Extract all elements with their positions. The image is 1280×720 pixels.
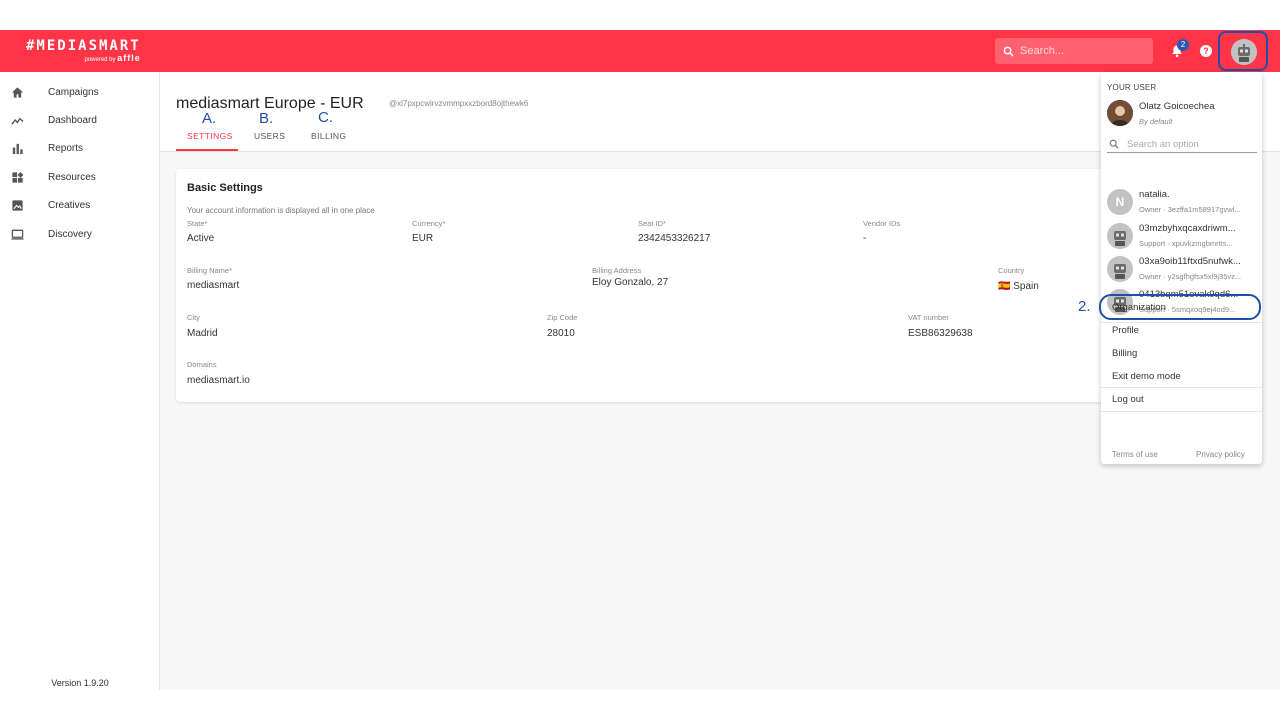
- state-value: Active: [187, 233, 215, 244]
- domains-label: Domains: [187, 360, 217, 369]
- vat-value: ESB86329638: [908, 328, 973, 339]
- state-label: State*: [187, 219, 208, 228]
- search-icon: [1109, 139, 1119, 149]
- user-name: Olatz Goicoechea: [1139, 101, 1215, 112]
- sidebar-item-dashboard[interactable]: Dashboard: [0, 108, 160, 132]
- account-option[interactable]: 03xa9oib11ftxd5nufwk... Owner · y2sgfhgf…: [1107, 254, 1259, 284]
- account-option[interactable]: 03mzbyhxqcaxdriwm... Support · xpuvkzmgb…: [1107, 221, 1259, 251]
- bar-chart-icon: [12, 143, 23, 154]
- seat-id-value: 2342453326217: [638, 233, 711, 244]
- card-title: Basic Settings: [187, 182, 263, 194]
- sidebar-item-label: Campaigns: [48, 86, 99, 98]
- billing-name-label: Billing Name*: [187, 266, 233, 275]
- city-label: City: [187, 313, 200, 322]
- seat-id-label: Seat ID*: [638, 219, 666, 228]
- tab-users[interactable]: USERS: [254, 131, 285, 141]
- monitor-icon: [11, 229, 24, 240]
- sidebar-item-label: Creatives: [48, 199, 91, 211]
- menu-item-exit-demo[interactable]: Exit demo mode: [1112, 371, 1181, 382]
- option-search-input[interactable]: [1127, 138, 1252, 150]
- vendor-ids-value: -: [863, 233, 867, 244]
- logo-powered: powered by affle: [84, 53, 141, 63]
- trending-icon: [11, 117, 24, 125]
- app-version: Version 1.9.20: [51, 678, 109, 688]
- robot-avatar-icon: [1107, 256, 1133, 282]
- account-option[interactable]: N natalia. Owner · 3ezffa1m58917gvwl...: [1107, 187, 1259, 217]
- tab-settings[interactable]: SETTINGS: [187, 131, 233, 141]
- app-frame: #MEDIASMART powered by affle 2 ? 1. Camp…: [0, 30, 1280, 690]
- global-search: [995, 38, 1153, 64]
- top-bar: #MEDIASMART powered by affle 2 ?: [0, 30, 1280, 72]
- divider: [1101, 322, 1262, 323]
- sidebar-item-resources[interactable]: Resources: [0, 165, 160, 189]
- user-menu-button[interactable]: [1218, 31, 1268, 71]
- search-icon: [1003, 46, 1014, 57]
- menu-item-profile[interactable]: Profile: [1112, 325, 1139, 336]
- sidebar-item-label: Resources: [48, 171, 96, 183]
- annotation-c: C.: [318, 109, 333, 126]
- country-label: Country: [998, 266, 1025, 275]
- domains-value: mediasmart.io: [187, 375, 250, 386]
- divider: [1101, 387, 1262, 388]
- image-icon: [12, 199, 23, 211]
- sidebar: Campaigns Dashboard Reports Resources Cr…: [0, 72, 160, 690]
- active-tab-indicator: [176, 149, 238, 151]
- account-sub: Support · xpuvkzmgbmrtts...: [1139, 239, 1233, 248]
- annotation-a: A.: [202, 110, 217, 127]
- billing-address-value: Eloy Gonzalo, 27: [592, 277, 669, 288]
- billing-name-value: mediasmart: [187, 280, 240, 291]
- sidebar-item-label: Discovery: [48, 228, 92, 240]
- letter-avatar: N: [1107, 189, 1133, 215]
- sidebar-item-label: Dashboard: [48, 114, 97, 126]
- basic-settings-card: Basic Settings Your account information …: [176, 169, 1106, 402]
- city-value: Madrid: [187, 328, 218, 339]
- vendor-ids-label: Vendor IDs: [863, 219, 901, 228]
- terms-link[interactable]: Terms of use: [1112, 450, 1158, 459]
- divider: [1101, 411, 1262, 412]
- logout-button[interactable]: Log out: [1112, 394, 1144, 405]
- country-value: 🇪🇸 Spain: [998, 281, 1039, 292]
- notification-badge: 2: [1177, 39, 1189, 51]
- menu-item-billing[interactable]: Billing: [1112, 348, 1137, 359]
- annotation-b: B.: [259, 110, 274, 127]
- account-name: natalia.: [1139, 189, 1170, 200]
- sidebar-item-discovery[interactable]: Discovery: [0, 222, 160, 246]
- mediasmart-logo[interactable]: #MEDIASMART powered by affle: [26, 38, 141, 63]
- currency-label: Currency*: [412, 219, 446, 228]
- account-sub: Owner · y2sgfhgfsx5xl9j35vz...: [1139, 272, 1242, 281]
- sidebar-item-campaigns[interactable]: Campaigns: [0, 80, 160, 104]
- account-name: 03xa9oib11ftxd5nufwk...: [1139, 256, 1241, 267]
- option-search: [1107, 136, 1257, 153]
- account-name: 03mzbyhxqcaxdriwm...: [1139, 223, 1236, 234]
- currency-value: EUR: [412, 233, 434, 244]
- card-subtitle: Your account information is displayed al…: [187, 206, 375, 215]
- zip-value: 28010: [547, 328, 575, 339]
- privacy-link[interactable]: Privacy policy: [1196, 450, 1245, 459]
- menu-heading: YOUR USER: [1107, 83, 1157, 92]
- robot-avatar-icon: [1231, 39, 1257, 65]
- user-dropdown-menu: YOUR USER Olatz Goicoechea By default N …: [1099, 72, 1262, 464]
- sidebar-item-creatives[interactable]: Creatives: [0, 193, 160, 217]
- search-input[interactable]: [1020, 45, 1140, 57]
- robot-avatar-icon: [1107, 223, 1133, 249]
- help-icon[interactable]: ?: [1200, 45, 1212, 57]
- vat-label: VAT number: [908, 313, 949, 322]
- menu-item-organization[interactable]: Organization: [1112, 302, 1166, 313]
- logo-text: #MEDIASMART: [26, 38, 141, 54]
- user-avatar: [1107, 100, 1133, 126]
- user-default-label: By default: [1139, 117, 1173, 126]
- zip-label: Zip Code: [547, 313, 578, 322]
- sidebar-item-reports[interactable]: Reports: [0, 136, 160, 160]
- billing-address-label: Billing Address: [592, 266, 642, 275]
- organization-id: @xl7pxpcwirvzvmmpxxzbord8ojthewk6: [389, 99, 529, 108]
- home-icon: [11, 86, 24, 98]
- widgets-icon: [12, 171, 24, 183]
- account-sub: Owner · 3ezffa1m58917gvwl...: [1139, 205, 1241, 214]
- annotation-2: 2.: [1078, 298, 1091, 315]
- user-photo-icon: [1107, 100, 1133, 126]
- sidebar-item-label: Reports: [48, 142, 84, 154]
- tab-billing[interactable]: BILLING: [311, 131, 346, 141]
